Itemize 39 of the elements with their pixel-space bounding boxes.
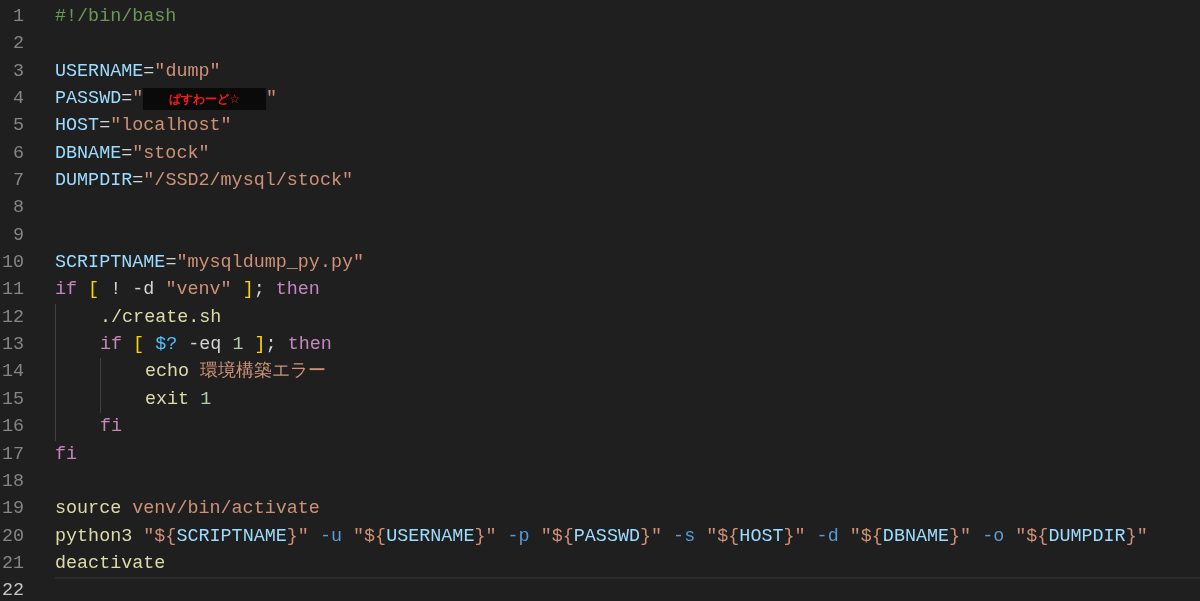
line-number: 6 <box>11 141 24 166</box>
line-number: 21 <box>0 551 24 576</box>
line-number: 13 <box>0 333 24 358</box>
line-number: 4 <box>11 87 24 112</box>
code-line: PASSWD=" ぱすわーど☆ " <box>55 87 279 113</box>
line-number: 18 <box>0 469 24 494</box>
line-number: 11 <box>0 278 24 303</box>
code-line: fi <box>100 415 124 440</box>
code-line: if [ ! -d "venv" ]; then <box>55 278 321 303</box>
line-number: 3 <box>11 59 24 84</box>
code-line: echo 環境構築エラー <box>145 360 328 385</box>
code-line: exit 1 <box>145 387 213 412</box>
code-line: DUMPDIR="/SSD2/mysql/stock" <box>55 169 354 194</box>
code-line: if [ $? -eq 1 ]; then <box>100 333 333 358</box>
code-line: USERNAME="dump" <box>55 59 222 84</box>
line-number: 1 <box>11 5 24 29</box>
line-number: 7 <box>11 169 24 194</box>
code-line: source venv/bin/activate <box>55 497 321 522</box>
code-line: python3 "${SCRIPTNAME}" -u "${USERNAME}" -p "${PASSWD}" -s "${HOST}" -d "${DBNAME}" -o "${DUMPDIR}" <box>55 524 1149 549</box>
line-number: 9 <box>11 223 24 248</box>
line-number: 14 <box>0 360 24 385</box>
code-line: fi <box>55 442 79 467</box>
code-line: HOST="localhost" <box>55 114 233 139</box>
line-number: 12 <box>0 305 24 330</box>
line-number: 19 <box>0 497 24 522</box>
line-number: 15 <box>0 387 24 412</box>
code-line: deactivate <box>55 551 167 576</box>
line-number: 20 <box>0 524 24 549</box>
line-number: 5 <box>11 114 24 139</box>
line-number: 17 <box>0 442 24 467</box>
line-number: 16 <box>0 415 24 440</box>
line-number: 22 <box>0 579 24 601</box>
code-line: SCRIPTNAME="mysqldump_py.py" <box>55 251 366 276</box>
code-line: DBNAME="stock" <box>55 141 211 166</box>
line-number: 10 <box>0 251 24 276</box>
line-number: 8 <box>11 196 24 221</box>
code-line: #!/bin/bash <box>55 5 178 29</box>
code-line: ./create.sh <box>100 305 223 330</box>
line-number: 2 <box>11 32 24 57</box>
